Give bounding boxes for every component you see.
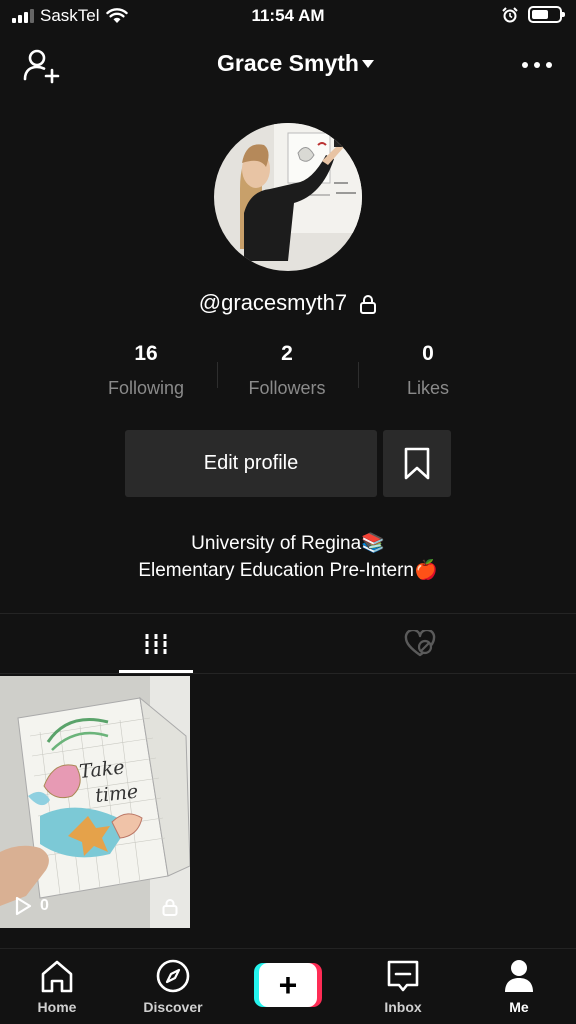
nav-label: Me: [509, 999, 529, 1015]
content-tabs: [0, 613, 576, 674]
home-icon: [41, 960, 73, 993]
favorites-button[interactable]: [383, 430, 451, 497]
following-label: Following: [107, 378, 185, 398]
plus-icon: +: [259, 963, 317, 1007]
status-right: [502, 6, 565, 23]
status-bar: SaskTel 11:54 AM: [0, 0, 576, 34]
view-count-value: 0: [40, 897, 49, 914]
avatar[interactable]: [214, 123, 362, 271]
play-icon: [15, 896, 32, 916]
stat-followers[interactable]: 2 Followers: [217, 342, 357, 399]
profile-stats: 16 Following 2 Followers 0 Likes: [0, 342, 576, 406]
followers-label: Followers: [248, 378, 326, 398]
top-bar: Grace Smyth: [0, 40, 576, 90]
view-count: 0: [14, 896, 49, 916]
bio-line: University of Regina📚: [191, 533, 385, 554]
svg-text:time: time: [94, 781, 139, 807]
video-thumbnail[interactable]: Take time 0: [0, 676, 190, 928]
handle-text: @gracesmyth7: [198, 290, 348, 315]
bottom-nav: Home Discover + Inbox Me: [0, 948, 576, 1024]
tab-liked[interactable]: [276, 614, 564, 674]
more-icon[interactable]: [522, 62, 552, 68]
profile-icon: [505, 960, 533, 992]
nav-label: Discover: [143, 999, 203, 1015]
nav-me[interactable]: Me: [469, 957, 569, 1015]
chevron-down-icon[interactable]: [362, 60, 374, 68]
likes-label: Likes: [406, 378, 450, 398]
nav-label: Inbox: [384, 999, 422, 1015]
create-button[interactable]: +: [254, 963, 322, 1007]
compass-icon: [156, 959, 190, 993]
profile-name-switcher[interactable]: Grace Smyth: [0, 50, 576, 77]
tab-videos[interactable]: [12, 614, 300, 674]
liked-icon: [404, 630, 436, 657]
svg-text:Take: Take: [78, 756, 125, 783]
clock: 11:54 AM: [251, 6, 325, 25]
profile-bio: University of Regina📚 Elementary Educati…: [0, 530, 576, 584]
nav-label: Home: [37, 999, 77, 1015]
bio-line: Elementary Education Pre-Intern🍎: [138, 560, 438, 581]
active-tab-indicator: [119, 670, 193, 673]
likes-count: 0: [422, 342, 434, 365]
edit-profile-button[interactable]: Edit profile: [125, 430, 377, 497]
stat-likes[interactable]: 0 Likes: [358, 342, 498, 399]
username-handle: @gracesmyth7: [0, 290, 576, 316]
nav-home[interactable]: Home: [7, 957, 107, 1015]
grid-icon: [144, 634, 168, 654]
alarm-icon: [502, 6, 518, 22]
nav-inbox[interactable]: Inbox: [353, 957, 453, 1015]
nav-discover[interactable]: Discover: [123, 957, 223, 1015]
battery-icon: [528, 6, 565, 23]
bookmark-icon: [404, 447, 430, 479]
following-count: 16: [134, 342, 158, 365]
inbox-icon: [387, 960, 419, 992]
lock-icon: [360, 295, 377, 315]
lock-icon: [162, 899, 178, 916]
stat-following[interactable]: 16 Following: [76, 342, 216, 399]
followers-count: 2: [281, 342, 293, 365]
